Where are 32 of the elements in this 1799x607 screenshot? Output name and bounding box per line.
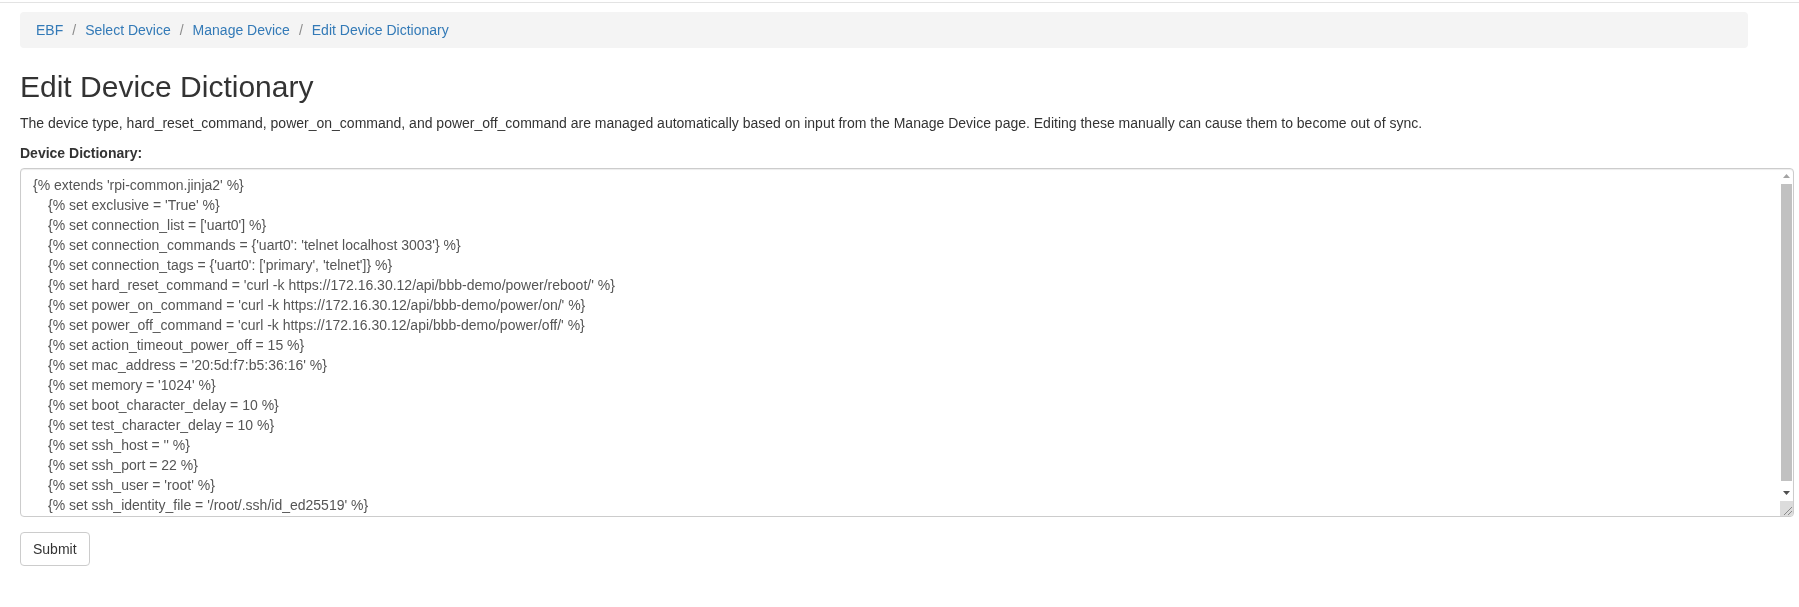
breadcrumb-separator: / xyxy=(297,21,304,40)
code-line: {% set ssh_port = 22 %} xyxy=(48,456,198,475)
code-line: {% set boot_character_delay = 10 %} xyxy=(48,396,279,415)
breadcrumb-separator: / xyxy=(71,21,78,40)
field-label: Device Dictionary: xyxy=(20,144,143,163)
breadcrumb-separator: / xyxy=(178,21,185,40)
description-text: The device type, hard_reset_command, power_on_command, and power_off_command are managed automatically based on input from the Manage Device page. Editing these manually can cause them to become out of sync. xyxy=(20,114,1423,133)
code-line: {% set power_on_command = 'curl -k https://172.16.30.12/api/bbb-demo/power/on/' %} xyxy=(48,296,586,315)
code-line: {% set exclusive = 'True' %} xyxy=(48,196,220,215)
code-line: {% set ssh_host = '' %} xyxy=(48,436,190,455)
resize-grip-icon[interactable] xyxy=(1780,501,1793,516)
breadcrumb-link[interactable]: EBF xyxy=(36,20,64,40)
code-line: {% set connection_list = ['uart0'] %} xyxy=(48,216,267,235)
code-line: {% set ssh_user = 'root' %} xyxy=(48,476,215,495)
code-line: {% set connection_commands = {'uart0': 'telnet localhost 3003'} %} xyxy=(48,236,461,255)
code-line: {% set test_character_delay = 10 %} xyxy=(48,416,275,435)
scroll-down-icon[interactable] xyxy=(1783,491,1790,495)
code-line: {% set power_off_command = 'curl -k https://172.16.30.12/api/bbb-demo/power/off/' %} xyxy=(48,316,585,335)
breadcrumb-link[interactable]: Manage Device xyxy=(192,20,290,40)
scrollbar-thumb[interactable] xyxy=(1781,184,1792,481)
code-line: {% set mac_address = '20:5d:f7:b5:36:16' %} xyxy=(48,356,327,375)
breadcrumb-link[interactable]: Select Device xyxy=(85,20,171,40)
scroll-up-icon[interactable] xyxy=(1783,174,1790,178)
code-line: {% set memory = '1024' %} xyxy=(48,376,216,395)
breadcrumb-link[interactable]: Edit Device Dictionary xyxy=(311,20,449,40)
code-line: {% set action_timeout_power_off = 15 %} xyxy=(48,336,305,355)
code-line: {% set connection_tags = {'uart0': ['primary', 'telnet']} %} xyxy=(48,256,393,275)
page-title: Edit Device Dictionary xyxy=(20,70,314,103)
submit-button[interactable]: Submit xyxy=(20,532,90,566)
code-line: {% set hard_reset_command = 'curl -k https://172.16.30.12/api/bbb-demo/power/reboot/' %} xyxy=(48,276,615,295)
code-line: {% extends 'rpi-common.jinja2' %} xyxy=(33,176,244,195)
code-line: {% set ssh_identity_file = '/root/.ssh/id_ed25519' %} xyxy=(48,496,369,515)
